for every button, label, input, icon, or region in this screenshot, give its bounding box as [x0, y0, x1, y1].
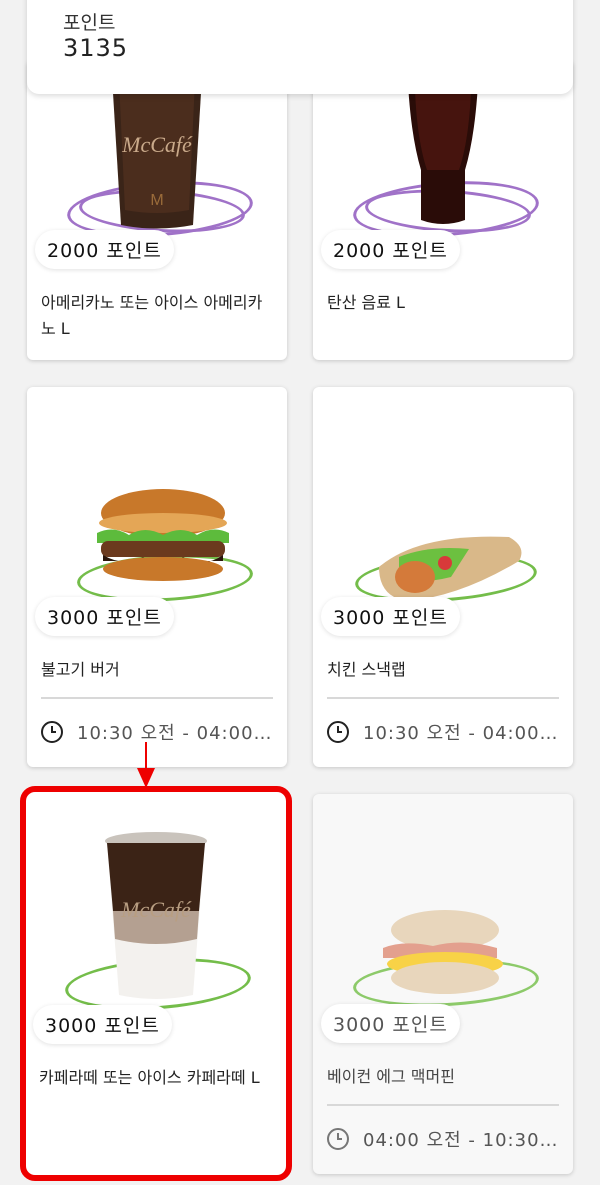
divider [327, 697, 559, 699]
points-badge: 3000 포인트 [321, 1004, 460, 1043]
muffin-image [313, 794, 573, 1011]
availability-time: 10:30 오전 - 04:00… [41, 719, 279, 745]
points-badge: 2000 포인트 [321, 230, 460, 269]
points-badge: 2000 포인트 [35, 230, 174, 269]
points-badge: 3000 포인트 [35, 597, 174, 636]
points-badge: 3000 포인트 [321, 597, 460, 636]
card-title: 카페라떼 또는 아이스 카페라떼 L [39, 1068, 260, 1087]
time-text: 10:30 오전 - 04:00… [363, 723, 559, 744]
divider [327, 1104, 559, 1106]
availability-time: 04:00 오전 - 10:30… [327, 1126, 565, 1152]
svg-text:McCafé: McCafé [121, 132, 193, 157]
reward-card-soda[interactable]: Coca-Cola 2000 포인트 탄산 음료 L [313, 60, 573, 360]
clock-icon [41, 721, 63, 743]
time-text: 04:00 오전 - 10:30… [363, 1130, 559, 1151]
clock-icon [327, 721, 349, 743]
snack-wrap-image [313, 387, 573, 608]
burger-image [27, 387, 287, 606]
time-text: 10:30 오전 - 04:00… [77, 723, 273, 744]
card-title: 치킨 스낵랩 [327, 660, 406, 679]
availability-time: 10:30 오전 - 04:00… [327, 719, 565, 745]
reward-card-chicken-snack-wrap[interactable]: 3000 포인트 치킨 스낵랩 10:30 오전 - 04:00… [313, 387, 573, 767]
iced-latte-image: McCafé [25, 791, 287, 1016]
points-badge: 3000 포인트 [33, 1005, 172, 1044]
card-title: 아메리카노 또는 아이스 아메리카노 L [41, 293, 263, 338]
reward-card-bacon-egg-mcmuffin[interactable]: 3000 포인트 베이컨 에그 맥머핀 04:00 오전 - 10:30… [313, 794, 573, 1174]
clock-icon [327, 1128, 349, 1150]
reward-card-cafe-latte[interactable]: McCafé 3000 포인트 카페라떼 또는 아이스 카페라떼 L [20, 786, 292, 1181]
pointer-arrow-icon [137, 742, 155, 788]
reward-card-bulgogi-burger[interactable]: 3000 포인트 불고기 버거 10:30 오전 - 04:00… [27, 387, 287, 767]
card-title: 베이컨 에그 맥머핀 [327, 1067, 455, 1086]
divider [41, 697, 273, 699]
points-header: 포인트 3135 [27, 0, 573, 94]
card-title: 불고기 버거 [41, 660, 120, 679]
reward-card-americano[interactable]: McCafé M 2000 포인트 아메리카노 또는 아이스 아메리카노 L [27, 60, 287, 360]
points-label: 포인트 [63, 12, 116, 34]
svg-text:McCafé: McCafé [120, 897, 192, 922]
card-title: 탄산 음료 L [327, 293, 405, 312]
points-value: 3135 [63, 34, 129, 62]
svg-text:M: M [150, 192, 163, 209]
